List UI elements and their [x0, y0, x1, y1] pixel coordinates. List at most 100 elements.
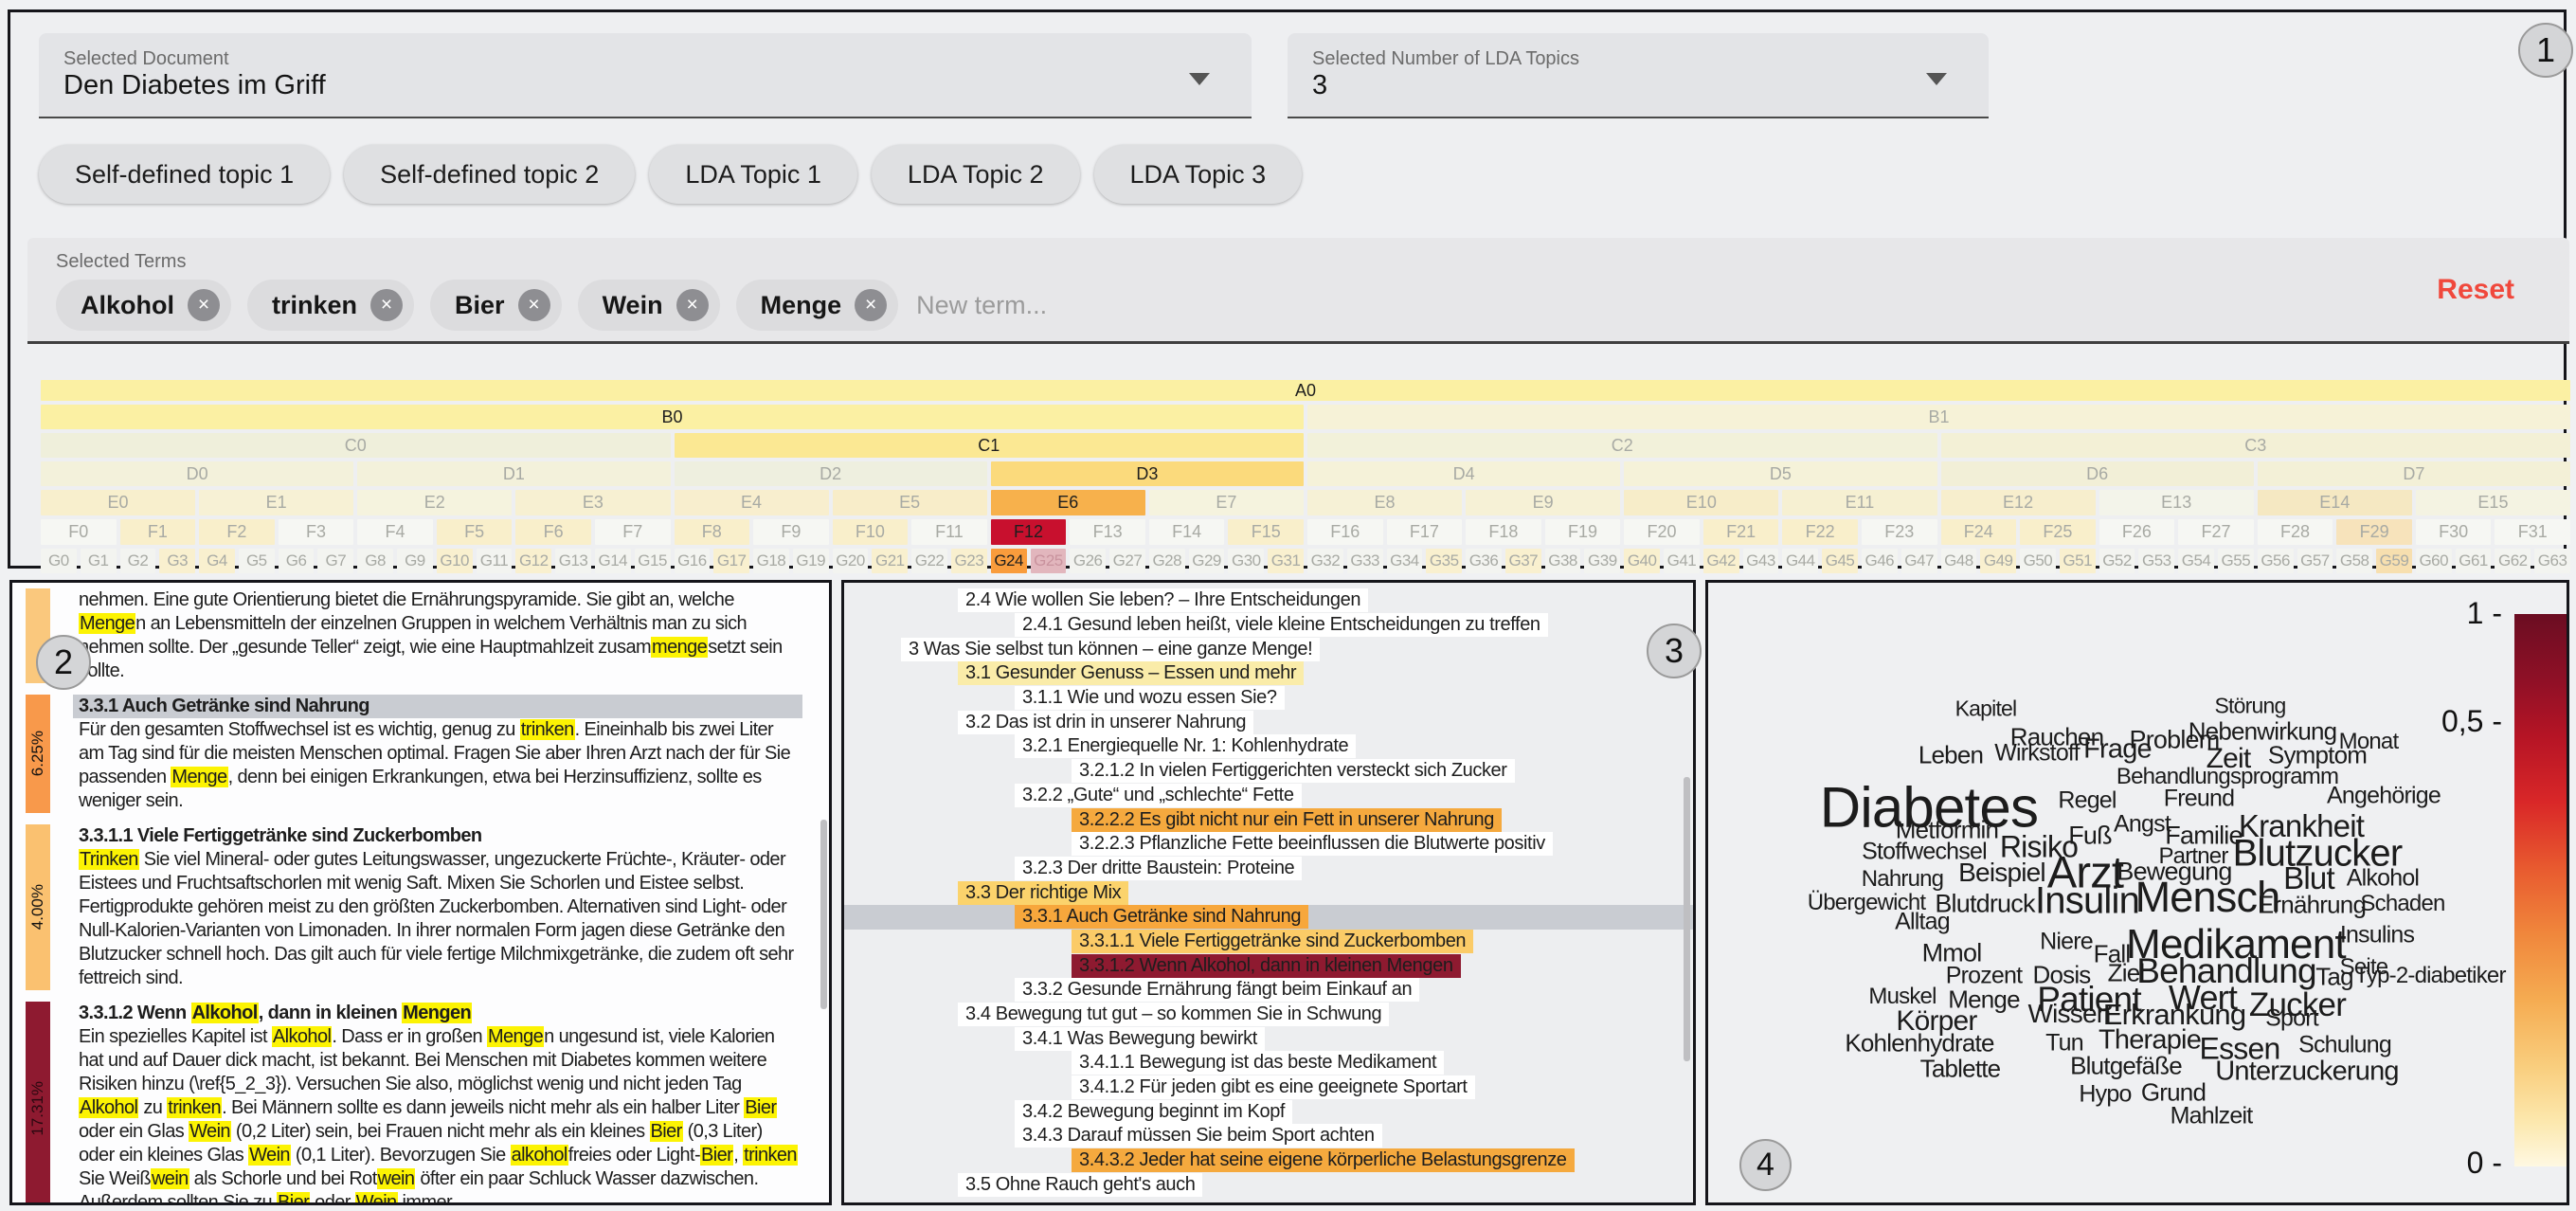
- cloud-word-freund[interactable]: Freund: [2164, 786, 2235, 813]
- icicle-cell-D5[interactable]: D5: [1624, 461, 1937, 486]
- icicle-cell-G36[interactable]: G36: [1466, 549, 1502, 573]
- icicle-cell-F25[interactable]: F25: [2020, 519, 2096, 545]
- icicle-cell-E2[interactable]: E2: [357, 490, 513, 515]
- icicle-cell-G27[interactable]: G27: [1109, 549, 1145, 573]
- cloud-word-störung[interactable]: Störung: [2215, 694, 2287, 719]
- toc-item[interactable]: 3.2.2.2 Es gibt nicht nur ein Fett in un…: [844, 807, 1693, 832]
- icicle-cell-E5[interactable]: E5: [832, 490, 987, 515]
- icicle-cell-G30[interactable]: G30: [1228, 549, 1265, 573]
- chevron-down-icon[interactable]: [1926, 73, 1947, 85]
- icicle-cell-E15[interactable]: E15: [2415, 490, 2570, 515]
- cloud-word-niere[interactable]: Niere: [2040, 929, 2094, 956]
- cloud-word-blutgefäße[interactable]: Blutgefäße: [2070, 1052, 2183, 1081]
- icicle-cell-B1[interactable]: B1: [1307, 405, 2570, 429]
- cloud-word-sport[interactable]: Sport: [2265, 1005, 2319, 1033]
- icicle-cell-G35[interactable]: G35: [1426, 549, 1463, 573]
- icicle-cell-F1[interactable]: F1: [119, 519, 196, 545]
- icicle-cell-G28[interactable]: G28: [1148, 549, 1185, 573]
- cloud-word-nahrung[interactable]: Nahrung: [1862, 866, 1944, 893]
- cloud-word-alkohol[interactable]: Alkohol: [2347, 865, 2420, 893]
- icicle-cell-F7[interactable]: F7: [594, 519, 671, 545]
- cloud-word-ernährung[interactable]: Ernährung: [2258, 891, 2367, 920]
- icicle-cell-G52[interactable]: G52: [2099, 549, 2135, 573]
- tab-topic-1[interactable]: Self-defined topic 1: [39, 145, 331, 204]
- icicle-cell-C1[interactable]: C1: [674, 433, 1304, 458]
- icicle-cell-D3[interactable]: D3: [990, 461, 1304, 486]
- icicle-cell-F6[interactable]: F6: [515, 519, 591, 545]
- cloud-word-angst[interactable]: Angst: [2114, 811, 2171, 839]
- toc-item[interactable]: 3.3.1 Auch Getränke sind Nahrung: [844, 904, 1693, 930]
- icicle-cell-F0[interactable]: F0: [41, 519, 117, 545]
- icicle-cell-G5[interactable]: G5: [238, 549, 275, 573]
- icicle-cell-G26[interactable]: G26: [1070, 549, 1107, 573]
- cloud-word-typ-2-diabetiker[interactable]: Typ-2-diabetiker: [2354, 963, 2506, 989]
- icicle-cell-E13[interactable]: E13: [2099, 490, 2254, 515]
- toc-item[interactable]: 3.4.1.1 Bewegung ist das beste Medikamen…: [844, 1051, 1693, 1075]
- remove-term-icon[interactable]: ×: [370, 289, 404, 321]
- cloud-word-blutdruck[interactable]: Blutdruck: [1935, 890, 2035, 919]
- icicle-cell-G63[interactable]: G63: [2534, 549, 2570, 573]
- icicle-cell-G24[interactable]: G24: [990, 549, 1027, 573]
- icicle-cell-G54[interactable]: G54: [2178, 549, 2214, 573]
- toc-item[interactable]: 3.2.2.3 Pflanzliche Fette beeinflussen d…: [844, 832, 1693, 857]
- icicle-cell-G19[interactable]: G19: [792, 549, 829, 573]
- icicle-cell-G46[interactable]: G46: [1861, 549, 1898, 573]
- icicle-cell-E0[interactable]: E0: [41, 490, 196, 515]
- toc-item[interactable]: 3.1.1 Wie und wozu essen Sie?: [844, 686, 1693, 711]
- toc-item[interactable]: 3.3.1.1 Viele Fertiggetränke sind Zucker…: [844, 929, 1693, 954]
- icicle-cell-G45[interactable]: G45: [1822, 549, 1858, 573]
- icicle-cell-G20[interactable]: G20: [832, 549, 869, 573]
- icicle-cell-E3[interactable]: E3: [515, 490, 671, 515]
- icicle-cell-E12[interactable]: E12: [1940, 490, 2096, 515]
- remove-term-icon[interactable]: ×: [676, 289, 709, 321]
- icicle-cell-G49[interactable]: G49: [1980, 549, 2017, 573]
- icicle-cell-G17[interactable]: G17: [713, 549, 750, 573]
- icicle-cell-G43[interactable]: G43: [1742, 549, 1779, 573]
- toc-item[interactable]: 3.3 Der richtige Mix: [844, 880, 1693, 905]
- reset-button[interactable]: Reset: [2437, 274, 2514, 306]
- icicle-cell-G40[interactable]: G40: [1624, 549, 1661, 573]
- icicle-cell-G8[interactable]: G8: [357, 549, 394, 573]
- cloud-word-leben[interactable]: Leben: [1918, 741, 1984, 770]
- icicle-cell-G10[interactable]: G10: [436, 549, 473, 573]
- tab-topic-4[interactable]: LDA Topic 2: [871, 145, 1080, 204]
- icicle-cell-G1[interactable]: G1: [80, 549, 117, 573]
- icicle-cell-E6[interactable]: E6: [990, 490, 1145, 515]
- icicle-cell-F22[interactable]: F22: [1782, 519, 1858, 545]
- icicle-cell-G22[interactable]: G22: [911, 549, 947, 573]
- icicle-cell-G12[interactable]: G12: [515, 549, 552, 573]
- icicle-cell-G61[interactable]: G61: [2455, 549, 2492, 573]
- icicle-cell-F21[interactable]: F21: [1702, 519, 1779, 545]
- icicle-cell-G3[interactable]: G3: [159, 549, 196, 573]
- icicle-cell-F23[interactable]: F23: [1861, 519, 1937, 545]
- icicle-cell-G31[interactable]: G31: [1268, 549, 1304, 573]
- icicle-cell-G55[interactable]: G55: [2217, 549, 2254, 573]
- icicle-cell-F28[interactable]: F28: [2257, 519, 2333, 545]
- icicle-cell-G14[interactable]: G14: [594, 549, 631, 573]
- icicle-cell-F2[interactable]: F2: [199, 519, 275, 545]
- icicle-cell-F18[interactable]: F18: [1466, 519, 1541, 545]
- icicle-cell-F20[interactable]: F20: [1624, 519, 1700, 545]
- icicle-cell-E9[interactable]: E9: [1466, 490, 1621, 515]
- toc-item[interactable]: 3.4.1.2 Für jeden gibt es eine geeignete…: [844, 1075, 1693, 1100]
- cloud-word-alltag[interactable]: Alltag: [1895, 909, 1951, 936]
- cloud-word-mahlzeit[interactable]: Mahlzeit: [2171, 1103, 2254, 1130]
- icicle-cell-F10[interactable]: F10: [832, 519, 909, 545]
- toc-item[interactable]: 3.5 Ohne Rauch geht's auch: [844, 1172, 1693, 1198]
- toc-item[interactable]: 3.4.2 Bewegung beginnt im Kopf: [844, 1099, 1693, 1124]
- cloud-word-insulins[interactable]: Insulins: [2340, 922, 2415, 949]
- icicle-cell-F19[interactable]: F19: [1544, 519, 1621, 545]
- icicle-cell-E7[interactable]: E7: [1148, 490, 1304, 515]
- icicle-cell-F27[interactable]: F27: [2178, 519, 2254, 545]
- icicle-cell-F29[interactable]: F29: [2336, 519, 2412, 545]
- icicle-cell-G25[interactable]: G25: [1030, 549, 1067, 573]
- toc-item[interactable]: 3.2.1.2 In vielen Fertiggerichten verste…: [844, 759, 1693, 784]
- icicle-cell-G16[interactable]: G16: [674, 549, 711, 573]
- icicle-cell-G0[interactable]: G0: [41, 549, 77, 573]
- icicle-cell-G2[interactable]: G2: [119, 549, 156, 573]
- icicle-cell-F4[interactable]: F4: [357, 519, 433, 545]
- icicle-cell-F24[interactable]: F24: [1940, 519, 2017, 545]
- icicle-cell-G13[interactable]: G13: [555, 549, 591, 573]
- icicle-cell-C2[interactable]: C2: [1307, 433, 1937, 458]
- remove-term-icon[interactable]: ×: [517, 289, 550, 321]
